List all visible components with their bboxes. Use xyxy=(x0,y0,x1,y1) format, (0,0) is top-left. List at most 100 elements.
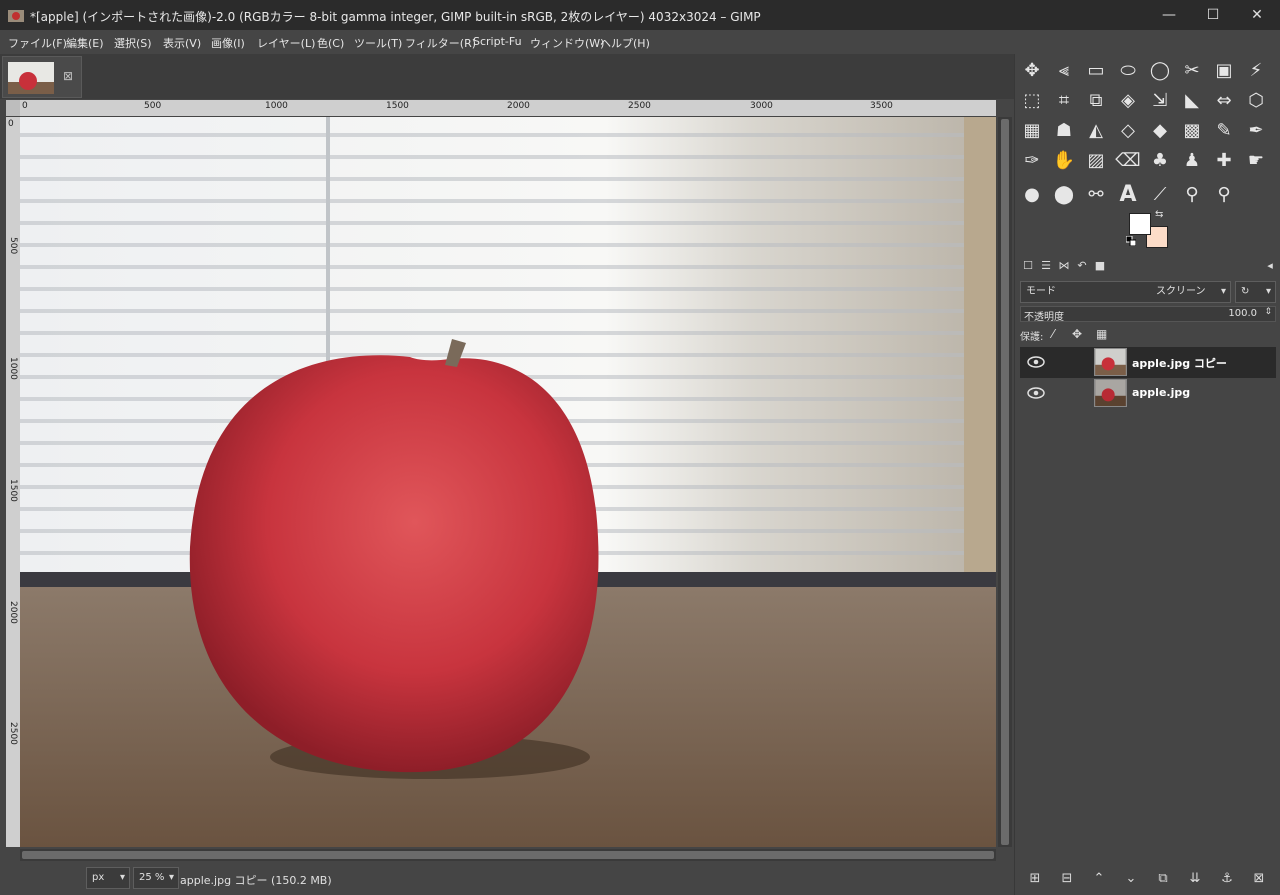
fuzzy-select-icon[interactable]: ⚡ xyxy=(1242,56,1270,84)
warp-icon[interactable]: ☗ xyxy=(1050,116,1078,144)
bucket-fill-icon[interactable]: ◇ xyxy=(1114,116,1142,144)
lock-label: 保護: xyxy=(1020,332,1044,343)
undo-history-tab-icon[interactable]: ↶ xyxy=(1074,258,1090,274)
unit-select[interactable]: px ▾ xyxy=(86,867,130,889)
free-select-icon[interactable]: ◯ xyxy=(1146,56,1174,84)
menu-script-fu[interactable]: Script-Fu xyxy=(473,35,522,48)
duplicate-layer-icon[interactable]: ⧉ xyxy=(1154,870,1172,888)
paintbrush-icon[interactable]: ▩ xyxy=(1178,116,1206,144)
airbrush-icon[interactable]: ✒ xyxy=(1242,116,1270,144)
opacity-spinner[interactable]: 不透明度 100.0 ⇕ xyxy=(1020,306,1276,323)
crop-icon[interactable]: ⌗ xyxy=(1050,86,1078,114)
visibility-eye-icon[interactable] xyxy=(1026,354,1046,370)
rotate-icon[interactable]: ◈ xyxy=(1114,86,1142,114)
delete-layer-icon[interactable]: ⊠ xyxy=(1250,870,1268,888)
select-by-color-icon[interactable]: ⬚ xyxy=(1018,86,1046,114)
vertical-scrollbar[interactable] xyxy=(998,117,1012,847)
ruler-label: 3500 xyxy=(870,101,893,111)
layer-mode-select[interactable]: モード スクリーン ▾ xyxy=(1020,281,1231,303)
layer-row[interactable]: apple.jpg xyxy=(1020,378,1276,409)
color-picker-icon[interactable]: A xyxy=(1114,180,1142,208)
menu-layer[interactable]: レイヤー(L) xyxy=(257,35,315,51)
images-tab-icon[interactable]: ■ xyxy=(1092,258,1108,274)
close-button[interactable]: ✕ xyxy=(1234,0,1280,30)
smudge-icon[interactable]: ✚ xyxy=(1210,146,1238,174)
new-layer-icon[interactable]: ⊞ xyxy=(1026,870,1044,888)
image-tab[interactable]: ⊠ xyxy=(2,56,82,98)
gradient-icon[interactable]: ◆ xyxy=(1146,116,1174,144)
horizontal-scrollbar[interactable] xyxy=(20,849,996,861)
ruler-corner[interactable] xyxy=(6,100,20,116)
align-icon[interactable]: ⫷ xyxy=(1050,56,1078,84)
mypaint-brush-icon[interactable]: ✋ xyxy=(1050,146,1078,174)
menu-help[interactable]: ヘルプ(H) xyxy=(600,35,650,51)
menu-colors[interactable]: 色(C) xyxy=(317,35,344,51)
ruler-horizontal[interactable]: 0 500 1000 1500 2000 2500 3000 3500 xyxy=(20,100,996,116)
layer-row-selected[interactable]: apple.jpg コピー xyxy=(1020,347,1276,378)
layer-thumbnail xyxy=(1094,379,1127,407)
menu-image[interactable]: 画像(I) xyxy=(211,35,245,51)
layer-name[interactable]: apple.jpg xyxy=(1132,386,1190,399)
new-layer-group-icon[interactable]: ⊟ xyxy=(1058,870,1076,888)
menu-filters[interactable]: フィルター(R) xyxy=(405,35,476,51)
image-canvas[interactable] xyxy=(20,117,996,847)
move-icon[interactable]: ✥ xyxy=(1018,56,1046,84)
heal-icon[interactable]: ♟ xyxy=(1178,146,1206,174)
lock-position-icon[interactable]: ✥ xyxy=(1072,327,1082,341)
layer-name[interactable]: apple.jpg コピー xyxy=(1132,355,1227,371)
menu-edit[interactable]: 編集(E) xyxy=(66,35,104,51)
maximize-button[interactable]: ☐ xyxy=(1190,0,1236,30)
anchor-layer-icon[interactable]: ⚓ xyxy=(1218,870,1236,888)
lock-alpha-icon[interactable]: ▦ xyxy=(1096,327,1107,341)
menu-tools[interactable]: ツール(T) xyxy=(354,35,402,51)
dodge-icon[interactable]: ● xyxy=(1018,180,1046,208)
menu-select[interactable]: 選択(S) xyxy=(114,35,152,51)
perspective-icon[interactable]: ⬡ xyxy=(1242,86,1270,114)
blur-icon[interactable]: ☛ xyxy=(1242,146,1270,174)
ruler-vertical[interactable]: 0 500 1000 1500 2000 2500 xyxy=(6,117,20,847)
scrollbar-thumb[interactable] xyxy=(1001,119,1009,845)
foreground-color-swatch[interactable] xyxy=(1129,213,1151,235)
clone-icon[interactable]: ⌫ xyxy=(1114,146,1142,174)
channels-tab-icon[interactable]: ☰ xyxy=(1038,258,1054,274)
foreground-select-icon[interactable]: ▣ xyxy=(1210,56,1238,84)
perspective-clone-icon[interactable]: ♣ xyxy=(1146,146,1174,174)
scrollbar-thumb[interactable] xyxy=(22,851,994,859)
zoom-icon[interactable]: ⚲ xyxy=(1178,180,1206,208)
cage-icon[interactable]: ▦ xyxy=(1018,116,1046,144)
pencil-icon[interactable]: ✎ xyxy=(1210,116,1238,144)
shear-icon[interactable]: ◣ xyxy=(1178,86,1206,114)
lock-pixels-icon[interactable]: ⁄ xyxy=(1052,327,1054,341)
spinner-arrows-icon[interactable]: ⇕ xyxy=(1264,307,1272,317)
merge-down-icon[interactable]: ⇊ xyxy=(1186,870,1204,888)
minimize-button[interactable]: — xyxy=(1146,0,1192,30)
ellipse-select-icon[interactable]: ⬭ xyxy=(1114,56,1142,84)
rect-select-icon[interactable]: ▭ xyxy=(1082,56,1110,84)
visibility-eye-icon[interactable] xyxy=(1026,385,1046,401)
raise-layer-icon[interactable]: ⌃ xyxy=(1090,870,1108,888)
magnify-icon[interactable]: ⚲ xyxy=(1210,180,1238,208)
text-icon[interactable]: ⚯ xyxy=(1082,180,1110,208)
scale-icon[interactable]: ⇲ xyxy=(1146,86,1174,114)
flip-icon[interactable]: ⇔ xyxy=(1210,86,1238,114)
default-colors-icon[interactable] xyxy=(1126,236,1136,246)
measure-icon[interactable]: ⟋ xyxy=(1146,180,1174,208)
dock-tab-strip: ☐ ☰ ⋈ ↶ ■ ◂ xyxy=(1016,258,1276,276)
dock-menu-icon[interactable]: ◂ xyxy=(1262,258,1278,274)
zoom-select[interactable]: 25 % ▾ xyxy=(133,867,179,889)
paths-icon[interactable]: ⬤ xyxy=(1050,180,1078,208)
menu-view[interactable]: 表示(V) xyxy=(163,35,201,51)
paths-tab-icon[interactable]: ⋈ xyxy=(1056,258,1072,274)
unified-transform-icon[interactable]: ⧉ xyxy=(1082,86,1110,114)
menu-windows[interactable]: ウィンドウ(W) xyxy=(530,35,604,51)
eraser-icon[interactable]: ▨ xyxy=(1082,146,1110,174)
layers-tab-icon[interactable]: ☐ xyxy=(1020,258,1036,274)
composite-mode-select[interactable]: ↻ ▾ xyxy=(1235,281,1276,303)
menu-file[interactable]: ファイル(F) xyxy=(8,35,67,51)
scissors-select-icon[interactable]: ✂ xyxy=(1178,56,1206,84)
lower-layer-icon[interactable]: ⌄ xyxy=(1122,870,1140,888)
tab-close-icon[interactable]: ⊠ xyxy=(61,69,75,83)
swap-colors-icon[interactable]: ⇆ xyxy=(1155,209,1163,220)
handle-transform-icon[interactable]: ◭ xyxy=(1082,116,1110,144)
ink-icon[interactable]: ✑ xyxy=(1018,146,1046,174)
